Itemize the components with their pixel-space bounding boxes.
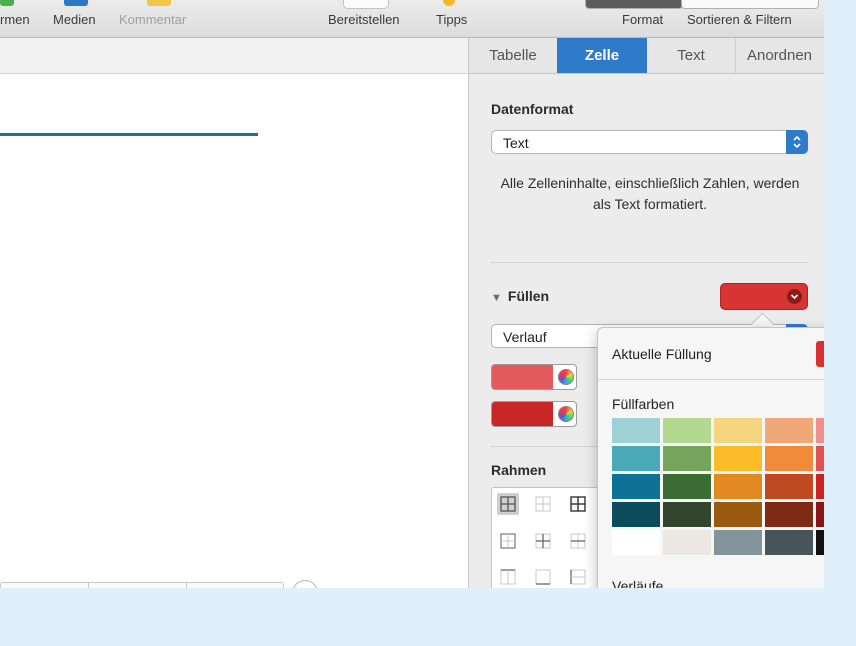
sheet-tabs[interactable] (0, 582, 284, 588)
color-swatch[interactable] (765, 418, 814, 444)
border-left-icon[interactable] (567, 566, 589, 588)
fill-color-popover: Aktuelle Füllung Füllfarben Verläufe (597, 327, 824, 588)
format-segment[interactable] (585, 0, 683, 9)
shapes-icon (0, 0, 14, 6)
gradient-swatch-1 (492, 365, 553, 389)
add-sheet-icon[interactable] (292, 580, 318, 588)
fill-type-value: Verlauf (503, 329, 547, 345)
border-top-icon[interactable] (497, 566, 519, 588)
tab-tabelle[interactable]: Tabelle (469, 38, 558, 73)
media-button[interactable]: Medien (53, 12, 96, 28)
chevron-updown-icon (786, 130, 808, 154)
data-format-title: Datenformat (491, 101, 574, 117)
canvas-header (0, 38, 468, 74)
color-swatch[interactable] (816, 502, 824, 528)
color-swatch[interactable] (714, 446, 763, 472)
data-format-value: Text (503, 135, 529, 151)
border-none-icon[interactable] (532, 493, 554, 515)
document-canvas[interactable] (0, 38, 469, 588)
tab-divider (186, 583, 187, 588)
fill-title-label: Füllen (507, 288, 550, 304)
color-swatch[interactable] (765, 530, 814, 556)
color-swatch[interactable] (663, 474, 712, 500)
tab-zelle[interactable]: Zelle (557, 38, 647, 73)
color-swatch[interactable] (612, 530, 661, 556)
color-swatch[interactable] (663, 418, 712, 444)
border-bottom-icon[interactable] (532, 566, 554, 588)
comment-icon (147, 0, 171, 6)
color-swatch[interactable] (714, 530, 763, 556)
color-swatch[interactable] (765, 502, 814, 528)
current-fill-label: Aktuelle Füllung (612, 346, 712, 362)
color-swatch[interactable] (612, 474, 661, 500)
color-wheel-icon[interactable] (558, 406, 574, 422)
share-icon (343, 0, 389, 9)
popover-divider (598, 379, 824, 380)
color-swatch[interactable] (816, 446, 824, 472)
color-swatch[interactable] (816, 530, 824, 556)
color-swatch[interactable] (612, 418, 661, 444)
color-wheel-icon[interactable] (558, 369, 574, 385)
fill-title[interactable]: ▼ Füllen (491, 288, 549, 304)
gradient-color-1[interactable] (491, 364, 577, 390)
color-swatch[interactable] (663, 530, 712, 556)
shapes-button[interactable]: rmen (0, 12, 30, 28)
section-divider (491, 262, 808, 263)
comment-button[interactable]: Kommentar (119, 12, 186, 28)
color-swatch[interactable] (714, 474, 763, 500)
color-swatch[interactable] (612, 446, 661, 472)
chevron-down-icon (787, 289, 802, 304)
format-button[interactable]: Format (622, 12, 663, 28)
tips-button[interactable]: Tipps (436, 12, 467, 28)
tab-anordnen[interactable]: Anordnen (735, 38, 824, 73)
sort-filter-button[interactable]: Sortieren & Filtern (687, 12, 792, 28)
app-window: rmen Medien Kommentar Bereitstellen Tipp… (0, 0, 824, 588)
table-top-line (0, 133, 258, 136)
color-swatch[interactable] (663, 502, 712, 528)
border-grid-icon[interactable] (567, 493, 589, 515)
color-swatch[interactable] (765, 446, 814, 472)
disclosure-triangle-icon: ▼ (491, 292, 502, 304)
media-icon (64, 0, 88, 6)
color-swatch[interactable] (816, 474, 824, 500)
toolbar: rmen Medien Kommentar Bereitstellen Tipp… (0, 0, 824, 38)
data-format-description: Alle Zelleninhalte, einschließlich Zahle… (500, 175, 800, 212)
fill-color-palette (612, 418, 824, 558)
gradient-swatch-2 (492, 402, 553, 426)
border-all-icon[interactable] (497, 493, 519, 515)
gradients-label: Verläufe (612, 578, 664, 588)
sort-segment[interactable] (681, 0, 819, 9)
color-swatch[interactable] (612, 502, 661, 528)
tips-icon (443, 0, 455, 6)
border-inner-icon[interactable] (532, 530, 554, 552)
color-swatch[interactable] (714, 502, 763, 528)
color-swatch[interactable] (663, 446, 712, 472)
current-fill-swatch[interactable] (816, 341, 824, 367)
data-format-select[interactable]: Text (491, 130, 808, 154)
border-horizontal-icon[interactable] (567, 530, 589, 552)
inspector-tabs: Tabelle Zelle Text Anordnen (469, 38, 824, 74)
color-swatch[interactable] (816, 418, 824, 444)
color-swatch[interactable] (765, 474, 814, 500)
color-swatch[interactable] (714, 418, 763, 444)
share-button[interactable]: Bereitstellen (328, 12, 400, 28)
border-style-picker[interactable] (491, 487, 599, 588)
border-title: Rahmen (491, 462, 547, 478)
tab-text[interactable]: Text (647, 38, 736, 73)
gradient-color-2[interactable] (491, 401, 577, 427)
fill-color-well[interactable] (720, 283, 808, 310)
fill-colors-label: Füllfarben (612, 396, 675, 412)
border-outer-icon[interactable] (497, 530, 519, 552)
tab-divider (88, 583, 89, 588)
